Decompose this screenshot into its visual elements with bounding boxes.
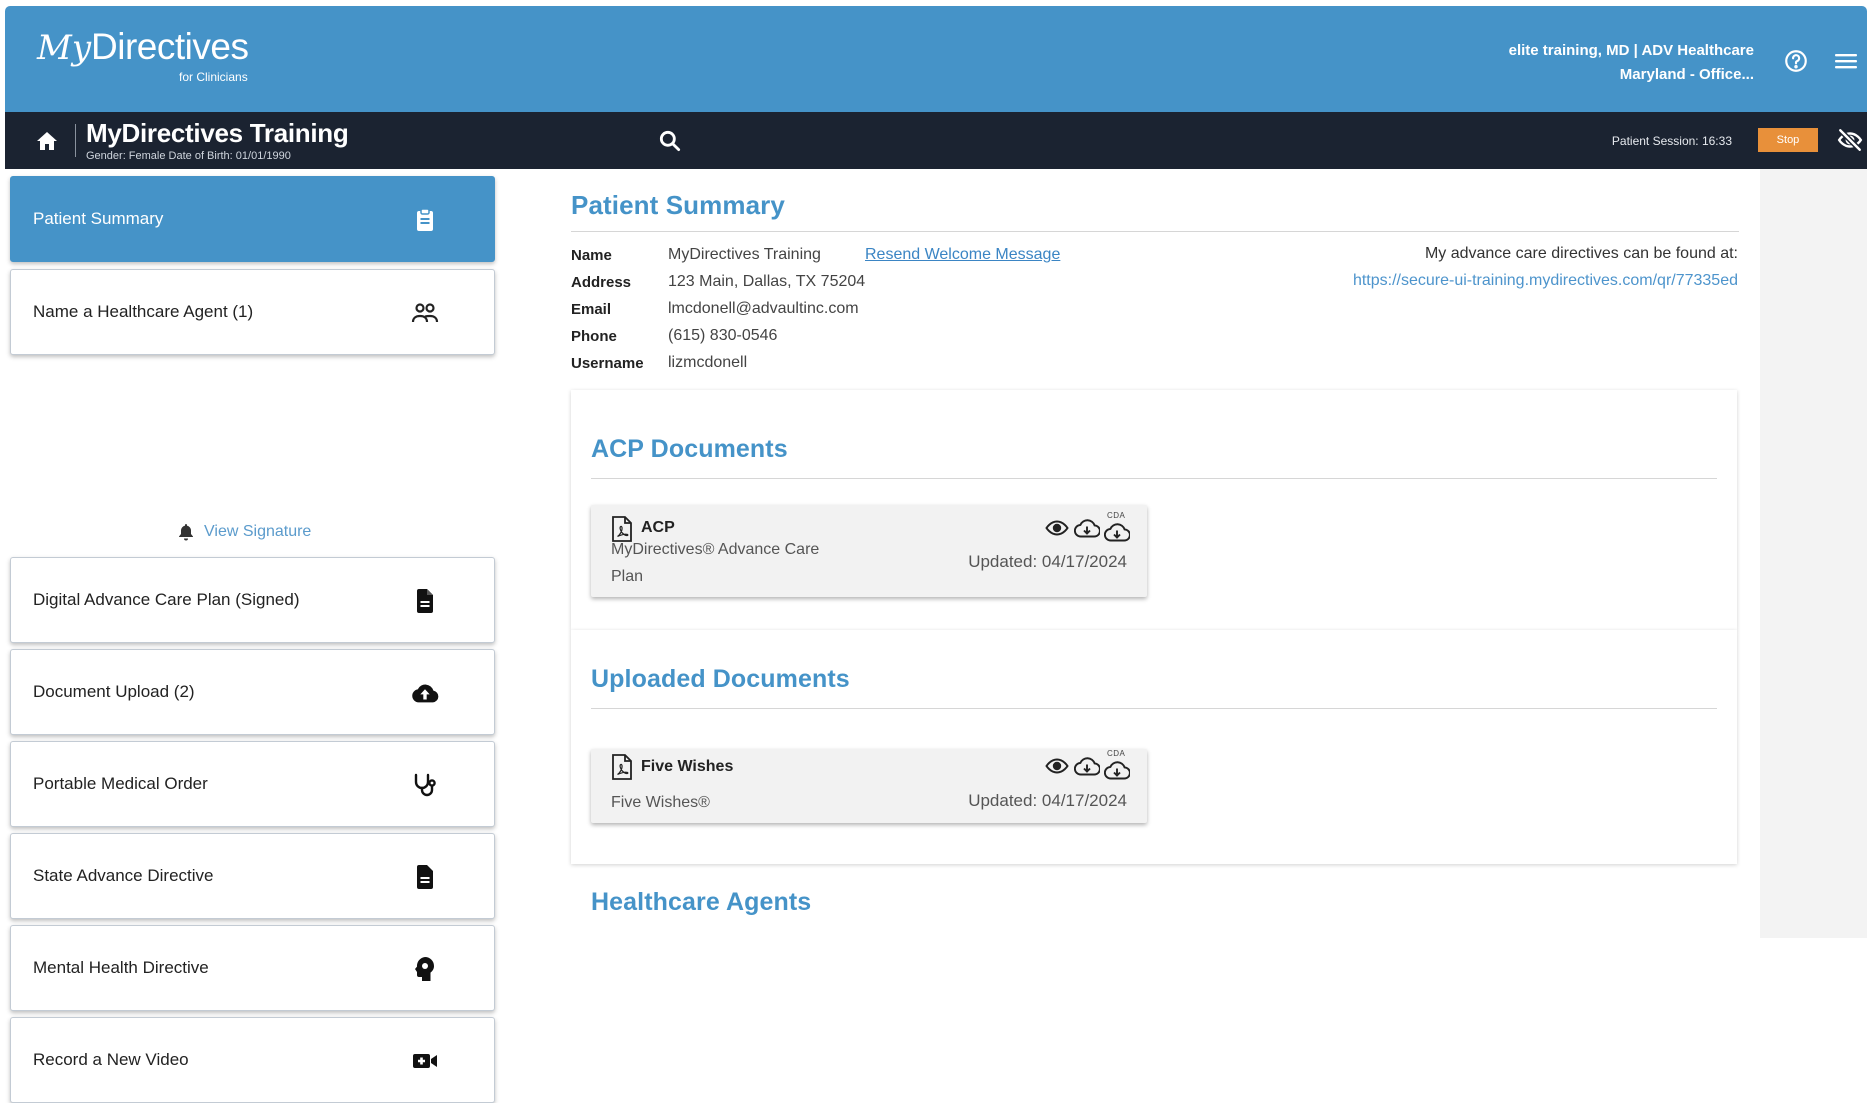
healthcare-agents-title: Healthcare Agents [591, 888, 812, 916]
logo-script: My [37, 28, 92, 68]
phone-value: (615) 830-0546 [668, 327, 778, 344]
email-value: lmcdonell@advaultinc.com [668, 300, 859, 317]
eye-icon[interactable] [1043, 514, 1071, 542]
eye-off-icon[interactable] [1837, 127, 1863, 153]
view-signature-link[interactable]: View Signature [178, 523, 311, 541]
acp-documents-section: ACP Documents ACP MyDirectives® Advance … [571, 390, 1737, 630]
patient-summary-title: Patient Summary [571, 190, 785, 220]
sidebar-item-portable-medical-order[interactable]: Portable Medical Order [10, 741, 495, 827]
cloud-download-icon[interactable] [1073, 514, 1101, 542]
sidebar-item-label: Record a New Video [33, 1050, 189, 1069]
sidebar-item-label: Digital Advance Care Plan (Signed) [33, 590, 300, 609]
user-account-info[interactable]: elite training, MD | ADV Healthcare Mary… [1509, 39, 1754, 87]
sidebar-item-healthcare-agent[interactable]: Name a Healthcare Agent (1) [10, 269, 495, 355]
view-signature-label: View Signature [204, 523, 312, 540]
stop-session-button[interactable]: Stop [1758, 128, 1818, 152]
logo-subtitle: for Clinicians [179, 70, 248, 84]
directives-url-link[interactable]: https://secure-ui-training.mydirectives.… [1353, 272, 1738, 290]
five-wishes-description: Five Wishes® [611, 794, 710, 811]
eye-icon[interactable] [1043, 752, 1071, 780]
name-label: Name [571, 247, 612, 264]
five-wishes-document-name: Five Wishes [641, 758, 734, 775]
sidebar-item-label: Mental Health Directive [33, 958, 209, 977]
acp-document-actions: CDA [1043, 511, 1131, 542]
people-icon [411, 299, 439, 327]
patient-demographics: Gender: Female Date of Birth: 01/01/1990 [86, 150, 291, 162]
head-icon [411, 955, 439, 983]
mydirectives-logo[interactable]: MyDirectives for Clinicians [37, 26, 249, 84]
sidebar-item-record-video[interactable]: Record a New Video [10, 1017, 495, 1103]
patient-bar: MyDirectives Training Gender: Female Dat… [5, 112, 1867, 169]
sidebar-item-label: Document Upload (2) [33, 682, 195, 701]
home-icon[interactable] [35, 129, 59, 153]
pdf-file-icon [611, 753, 635, 781]
logo-word: Directives [91, 26, 249, 67]
sidebar-item-label: Name a Healthcare Agent (1) [33, 302, 254, 321]
user-location: Maryland - Office... [1619, 66, 1754, 83]
acp-document-name: ACP [641, 519, 675, 536]
video-plus-icon [411, 1047, 439, 1075]
address-value: 123 Main, Dallas, TX 75204 [668, 273, 866, 290]
five-wishes-document-card[interactable]: Five Wishes Five Wishes® Updated: 04/17/… [591, 749, 1147, 823]
sidebar-item-document-upload[interactable]: Document Upload (2) [10, 649, 495, 735]
app-header: MyDirectives for Clinicians elite traini… [5, 6, 1867, 112]
directives-note: My advance care directives can be found … [1424, 245, 1738, 262]
sidebar-item-state-advance-directive[interactable]: State Advance Directive [10, 833, 495, 919]
sidebar-item-label: Patient Summary [33, 209, 164, 228]
five-wishes-document-actions: CDA [1043, 749, 1131, 780]
phone-label: Phone [571, 328, 617, 345]
acp-description-line: Plan [611, 568, 644, 585]
document-icon [411, 863, 439, 891]
summary-divider [571, 231, 1739, 232]
acp-description-line: MyDirectives® Advance Care [611, 541, 820, 558]
document-icon [411, 587, 439, 615]
cda-download-icon[interactable]: CDA [1103, 749, 1131, 780]
patient-name: MyDirectives Training [86, 118, 349, 148]
acp-updated-date: Updated: 04/17/2024 [968, 552, 1127, 571]
hamburger-menu-icon[interactable] [1831, 46, 1861, 76]
patient-session-timer: Patient Session: 16:33 [1611, 134, 1732, 148]
five-wishes-updated-date: Updated: 04/17/2024 [968, 791, 1127, 810]
cloud-download-icon[interactable] [1073, 752, 1101, 780]
stethoscope-icon [411, 771, 439, 799]
email-label: Email [571, 301, 612, 318]
acp-document-card[interactable]: ACP MyDirectives® Advance Care Plan Upda… [591, 505, 1147, 597]
acp-document-description: MyDirectives® Advance Care Plan [611, 536, 819, 590]
cda-download-icon[interactable]: CDA [1103, 511, 1131, 542]
cda-label: CDA [1107, 511, 1126, 520]
cda-label: CDA [1107, 749, 1126, 758]
sidebar-item-label: Portable Medical Order [33, 774, 208, 793]
address-label: Address [571, 274, 632, 291]
help-icon[interactable] [1781, 46, 1811, 76]
sidebar-item-digital-acp[interactable]: Digital Advance Care Plan (Signed) [10, 557, 495, 643]
clipboard-icon [411, 206, 439, 234]
username-label: Username [571, 355, 644, 372]
right-gutter [1760, 169, 1867, 938]
cloud-upload-icon [411, 679, 439, 707]
user-name-org: elite training, MD | ADV Healthcare [1508, 42, 1754, 59]
acp-divider [591, 478, 1717, 479]
search-icon[interactable] [657, 128, 683, 154]
sidebar-item-label: State Advance Directive [33, 866, 214, 885]
patient-summary-panel: Patient Summary Name MyDirectives Traini… [550, 169, 1760, 938]
resend-welcome-link[interactable]: Resend Welcome Message [865, 246, 1060, 264]
nav-divider [75, 124, 76, 157]
uploaded-divider [591, 708, 1717, 709]
name-value: MyDirectives Training [668, 246, 821, 263]
uploaded-documents-heading: Uploaded Documents [591, 665, 850, 693]
username-value: lizmcdonell [668, 354, 748, 371]
sidebar-item-patient-summary[interactable]: Patient Summary [10, 176, 495, 262]
sidebar-nav: Patient Summary Name a Healthcare Agent … [0, 169, 500, 1103]
bell-icon [179, 524, 193, 541]
acp-documents-title: ACP Documents [591, 435, 788, 463]
